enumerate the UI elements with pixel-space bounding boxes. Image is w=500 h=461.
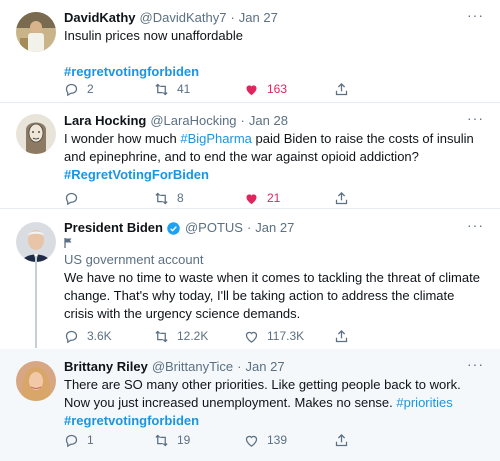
tweet-text: There are SO many other priorities. Like… [64, 376, 484, 412]
avatar[interactable] [16, 114, 56, 154]
share-icon [335, 433, 348, 446]
share-icon [335, 82, 348, 95]
reply-icon [65, 330, 78, 343]
like-button[interactable]: 163 [244, 82, 334, 97]
thread-line [35, 256, 37, 348]
author-name[interactable]: DavidKathy [64, 9, 136, 27]
like-button[interactable]: 117.3K [244, 329, 334, 344]
hashtag-link-priorities[interactable]: #priorities [396, 395, 452, 410]
share-icon [335, 191, 348, 204]
like-count: 21 [267, 191, 281, 205]
verified-badge-icon [166, 221, 181, 236]
more-icon[interactable]: ··· [467, 218, 484, 232]
heart-icon [245, 435, 258, 447]
author-name[interactable]: Brittany Riley [64, 358, 148, 376]
tweet-date[interactable]: Jan 27 [246, 358, 285, 376]
retweet-icon [155, 434, 168, 446]
reply-button[interactable]: 3.6K [64, 329, 154, 344]
tweet-date[interactable]: Jan 28 [249, 112, 288, 130]
author-handle[interactable]: @DavidKathy7 [140, 9, 227, 27]
tweet-header: President Biden @POTUS · Jan 27 ··· [64, 218, 484, 237]
reply-count: 1 [87, 433, 94, 447]
like-count: 163 [267, 82, 288, 96]
more-icon[interactable]: ··· [467, 111, 484, 125]
reply-count: 2 [87, 82, 94, 96]
tweet-actions: 1 19 139 [64, 431, 424, 449]
reply-icon [65, 434, 78, 447]
tweet-text: Insulin prices now unaffordable [64, 28, 243, 43]
retweet-count: 12.2K [177, 329, 209, 343]
retweet-button[interactable]: 19 [154, 433, 244, 448]
share-icon [335, 329, 348, 342]
share-button[interactable] [334, 329, 424, 344]
reply-button[interactable]: 2 [64, 82, 154, 97]
flag-icon [64, 237, 484, 251]
author-handle[interactable]: @LaraHocking [150, 112, 236, 130]
retweet-icon [155, 330, 168, 342]
reply-count: 3.6K [87, 329, 112, 343]
tweet-date[interactable]: Jan 27 [255, 219, 294, 237]
like-button[interactable]: 139 [244, 433, 334, 448]
heart-filled-icon [246, 193, 257, 204]
share-button[interactable] [334, 191, 424, 206]
share-button[interactable] [334, 433, 424, 448]
more-icon[interactable]: ··· [467, 8, 484, 22]
tweet-header: Lara Hocking @LaraHocking · Jan 28 ··· [64, 111, 484, 130]
heart-icon [245, 331, 258, 343]
hashtag-link[interactable]: #RegretVotingForBiden [64, 166, 484, 184]
reply-icon [65, 192, 78, 205]
author-handle[interactable]: @POTUS [185, 219, 243, 237]
tweet-feed: DavidKathy @DavidKathy7 · Jan 27 ··· Ins… [0, 0, 500, 461]
tweet-text: We have no time to waste when it comes t… [64, 270, 480, 321]
author-name[interactable]: President Biden [64, 219, 163, 237]
retweet-button[interactable]: 8 [154, 191, 244, 206]
tweet-actions: 3.6K 12.2K 117.3K [64, 327, 424, 345]
more-icon[interactable]: ··· [467, 357, 484, 371]
dot-separator: · [240, 113, 245, 128]
dot-separator: · [237, 359, 242, 374]
retweet-count: 8 [177, 191, 184, 205]
avatar[interactable] [16, 12, 56, 52]
tweet-actions: 8 21 [64, 189, 424, 207]
heart-filled-icon [246, 84, 257, 95]
dot-separator: · [246, 220, 252, 235]
tweet-date[interactable]: Jan 27 [239, 9, 278, 27]
like-count: 139 [267, 433, 288, 447]
hashtag-link[interactable]: #regretvotingforbiden [64, 63, 484, 81]
avatar[interactable] [16, 361, 56, 401]
hashtag-link[interactable]: #regretvotingforbiden [64, 412, 484, 430]
government-account-label[interactable]: US government account [64, 251, 484, 269]
tweet-potus[interactable]: President Biden @POTUS · Jan 27 ··· US g… [0, 210, 500, 349]
retweet-icon [155, 192, 168, 204]
reply-icon [65, 83, 78, 96]
dot-separator: · [230, 10, 235, 25]
reply-button[interactable] [64, 191, 154, 206]
like-count: 117.3K [267, 329, 305, 343]
tweet-header: DavidKathy @DavidKathy7 · Jan 27 ··· [64, 8, 484, 27]
tweet-actions: 2 41 163 [64, 80, 424, 98]
tweet-larahocking[interactable]: Lara Hocking @LaraHocking · Jan 28 ··· I… [0, 104, 500, 209]
author-handle[interactable]: @BrittanyTice [152, 358, 233, 376]
retweet-icon [155, 83, 168, 95]
tweet-text: I wonder how much #BigPharma paid Biden … [64, 130, 484, 166]
tweet-header: Brittany Riley @BrittanyTice · Jan 27 ··… [64, 357, 484, 376]
retweet-count: 41 [177, 82, 191, 96]
reply-button[interactable]: 1 [64, 433, 154, 448]
tweet-brittanyriley[interactable]: Brittany Riley @BrittanyTice · Jan 27 ··… [0, 349, 500, 461]
tweet-text-part: I wonder how much [64, 131, 181, 146]
retweet-button[interactable]: 12.2K [154, 329, 244, 344]
share-button[interactable] [334, 82, 424, 97]
like-button[interactable]: 21 [244, 191, 334, 206]
retweet-button[interactable]: 41 [154, 82, 244, 97]
retweet-count: 19 [177, 433, 191, 447]
author-name[interactable]: Lara Hocking [64, 112, 146, 130]
hashtag-link-bigpharma[interactable]: #BigPharma [180, 131, 252, 146]
tweet-davidkathy[interactable]: DavidKathy @DavidKathy7 · Jan 27 ··· Ins… [0, 0, 500, 103]
